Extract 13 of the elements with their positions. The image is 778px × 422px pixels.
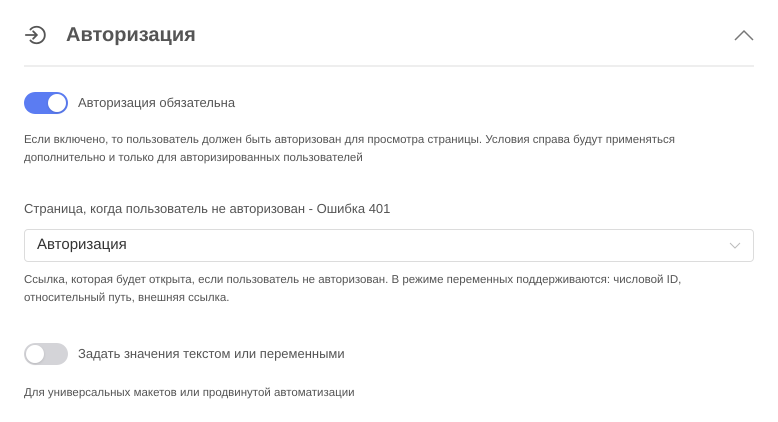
- help-text: Ссылка, которая будет открыта, если пользователь не авторизован. В режиме переменных поддерживаются: числовой ID, относительный путь, внешняя ссылка.: [24, 272, 682, 306]
- login-icon: [24, 24, 46, 46]
- field-label: Страница, когда пользователь не авторизован - Ошибка 401: [24, 200, 392, 218]
- help-text: Если включено, то пользователь должен быть авторизован для просмотра страницы. Условия справа будут применяться дополнительно и только для авторизированных пользователей: [24, 133, 676, 166]
- chevron-down-icon: [729, 242, 741, 248]
- toggle-switch[interactable]: [24, 92, 68, 114]
- toggle-label: Задать значения текстом или переменными: [78, 344, 345, 363]
- toggle-label: Авторизация обязательна: [78, 94, 236, 112]
- chevron-up-icon: [734, 28, 754, 40]
- section-title: Авторизация: [66, 22, 196, 48]
- page-select[interactable]: Авторизация: [24, 228, 754, 262]
- help-text: Для универсальных макетов или продвинутой автоматизации: [24, 386, 356, 400]
- toggle-switch[interactable]: [24, 342, 68, 364]
